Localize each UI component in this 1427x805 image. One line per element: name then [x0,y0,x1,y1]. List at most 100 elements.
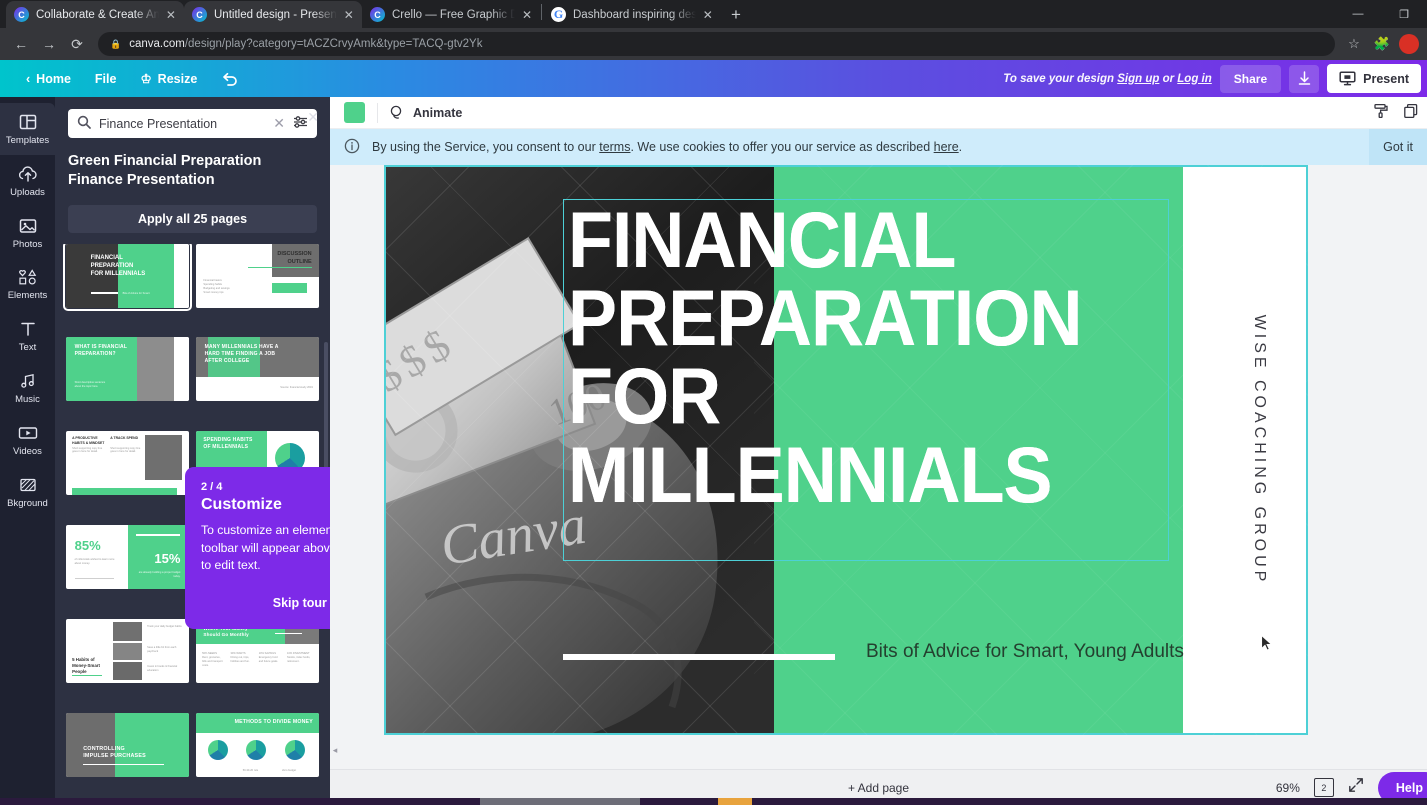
slide-white-sidebar[interactable] [1183,167,1306,733]
search-input[interactable] [99,116,266,131]
address-bar[interactable]: 🔒 canva.com/design/play?category=tACZCrv… [98,32,1335,56]
presentation-screen-icon [1339,71,1356,86]
template-thumbnail[interactable]: FINANCIAL PREPARATION FOR MILLENNIALS Bits… [63,243,192,311]
toolbar-right-actions [1373,97,1419,129]
upload-cloud-icon [0,164,55,184]
search-icon [77,115,91,132]
rail-label: Videos [13,445,42,457]
window-maximize-button[interactable]: ❐ [1381,0,1427,28]
animate-label: Animate [413,105,463,120]
duplicate-icon[interactable] [1403,103,1419,124]
header-right-actions: To save your design Sign up or Log in Sh… [1003,60,1421,97]
rail-label: Bkground [7,497,48,509]
slide-subtitle[interactable]: Bits of Advice for Smart, Young Adults [866,641,1184,663]
tab-close-icon[interactable]: ✕ [166,8,176,22]
rail-item-text[interactable]: Text [0,310,55,362]
rail-item-music[interactable]: Music [0,362,55,414]
template-thumbnail[interactable]: DISCUSSION OUTLINE Financial basics Spendi… [196,243,319,308]
template-thumbnail[interactable]: METHODS TO DIVIDE MONEY 50-30-20 rule Ze… [196,712,319,777]
new-tab-button[interactable]: + [721,5,751,28]
file-menu-button[interactable]: File [83,67,129,91]
slide-title-line-1: FINANCIAL [568,195,956,284]
slide-canvas[interactable]: 100 UNITED STATES $$$ Canva [384,165,1326,753]
zoom-level[interactable]: 69% [1276,781,1300,795]
slide-title-text[interactable]: FINANCIAL PREPARATION FOR MILLENNIALS [568,195,1126,514]
browser-tab[interactable]: C Collaborate & Create Amazing G ✕ [6,1,184,28]
home-button[interactable]: ‹ Home [14,67,83,91]
template-thumbnail[interactable]: MANY MILLENNIALS HAVE A HARD TIME FINDING… [196,337,319,402]
signup-link[interactable]: Sign up [1117,73,1159,85]
rail-label: Music [15,394,40,406]
terms-link[interactable]: terms [599,140,630,154]
undo-button[interactable] [209,67,250,91]
template-thumbnail[interactable]: WHAT IS FINANCIAL PREPARATION? Short desc… [66,337,189,402]
shapes-icon [0,267,55,287]
template-thumbnail[interactable]: A PRODUCTIVE HABITS & MINDSET A TRACK SPE… [66,431,189,496]
template-thumbnail[interactable]: CONTROLLING IMPULSE PURCHASES [66,712,189,777]
expand-arrows-icon[interactable] [1348,777,1364,798]
skip-tour-button[interactable]: Skip tour [263,589,330,617]
rail-item-templates[interactable]: Templates [0,103,55,155]
browser-tab[interactable]: C Crello — Free Graphic Design So ✕ [362,1,540,28]
tab-close-icon[interactable]: ✕ [344,8,354,22]
rail-item-photos[interactable]: Photos [0,207,55,259]
taskbar-accent [718,798,752,805]
home-label: Home [36,71,71,86]
got-it-button[interactable]: Got it [1369,129,1427,165]
filter-sliders-icon[interactable] [293,115,308,132]
browser-toolbar: ← → ⟳ 🔒 canva.com/design/play?category=t… [0,28,1427,60]
page-stack-icon[interactable]: 2 [1313,775,1337,797]
extensions-puzzle-icon[interactable]: 🧩 [1369,31,1395,57]
template-thumbnail[interactable]: 5 Habits of Money-Smart People Track your … [66,618,189,683]
cookie-text: By using the Service, you consent to our… [372,140,962,154]
google-favicon-icon: G [551,7,566,22]
browser-tab[interactable]: G Dashboard inspiring designs - G ✕ [543,1,721,28]
back-icon[interactable]: ← [8,31,34,57]
canvas-area[interactable]: 100 UNITED STATES $$$ Canva [330,165,1427,769]
present-button[interactable]: Present [1327,64,1421,93]
clear-x-icon[interactable]: ✕ [273,115,285,132]
paint-roller-icon[interactable] [1373,103,1389,124]
canva-favicon-icon: C [370,7,385,22]
template-thumbnail[interactable]: 85% of millennials wished to learn more … [66,525,189,590]
search-box[interactable]: ✕ [68,109,317,138]
chevron-left-icon: ‹ [26,71,31,86]
music-note-icon [0,371,55,391]
canvas-scroll-handle[interactable]: ◂ [330,743,340,757]
here-link[interactable]: here [934,140,959,154]
apply-all-pages-button[interactable]: Apply all 25 pages [68,204,317,233]
tour-tooltip: 2 / 4 Customize To customize an element,… [185,467,330,630]
rail-item-background[interactable]: Bkground [0,466,55,518]
tab-close-icon[interactable]: ✕ [703,8,713,22]
window-minimize-button[interactable]: — [1335,0,1381,28]
animate-button[interactable]: Animate [390,105,462,120]
color-swatch-button[interactable] [344,102,365,123]
add-page-button[interactable]: + Add page [848,781,909,795]
download-icon[interactable] [1289,64,1320,93]
bookmark-star-icon[interactable]: ☆ [1341,31,1367,57]
animate-circles-icon [390,105,402,119]
rail-item-videos[interactable]: Videos [0,414,55,466]
lock-icon: 🔒 [110,38,122,49]
browser-tab-title: Dashboard inspiring designs - G [573,8,696,21]
rail-item-elements[interactable]: Elements [0,258,55,310]
slide-brand-vertical[interactable]: WISE COACHING GROUP [1250,315,1268,586]
share-button[interactable]: Share [1219,64,1282,93]
present-label: Present [1363,71,1409,86]
slide-divider-rule [563,654,835,660]
resize-label: Resize [157,71,198,86]
canva-favicon-icon: C [192,7,207,22]
background-pattern-icon [0,475,55,495]
resize-button[interactable]: ♔ Resize [128,66,209,91]
login-link[interactable]: Log in [1177,73,1212,85]
close-x-icon[interactable]: ✕ [307,109,319,126]
browser-tab[interactable]: C Untitled design - Presentation (1 ✕ [184,1,362,28]
rail-label: Elements [7,290,48,302]
profile-avatar[interactable] [1399,34,1419,54]
search-row: ✕ [55,97,330,138]
rail-item-uploads[interactable]: Uploads [0,155,55,207]
editor-area: Animate By using the Service, you consen… [330,97,1427,805]
reload-icon[interactable]: ⟳ [64,31,90,57]
forward-icon[interactable]: → [36,31,62,57]
tab-close-icon[interactable]: ✕ [522,8,532,22]
